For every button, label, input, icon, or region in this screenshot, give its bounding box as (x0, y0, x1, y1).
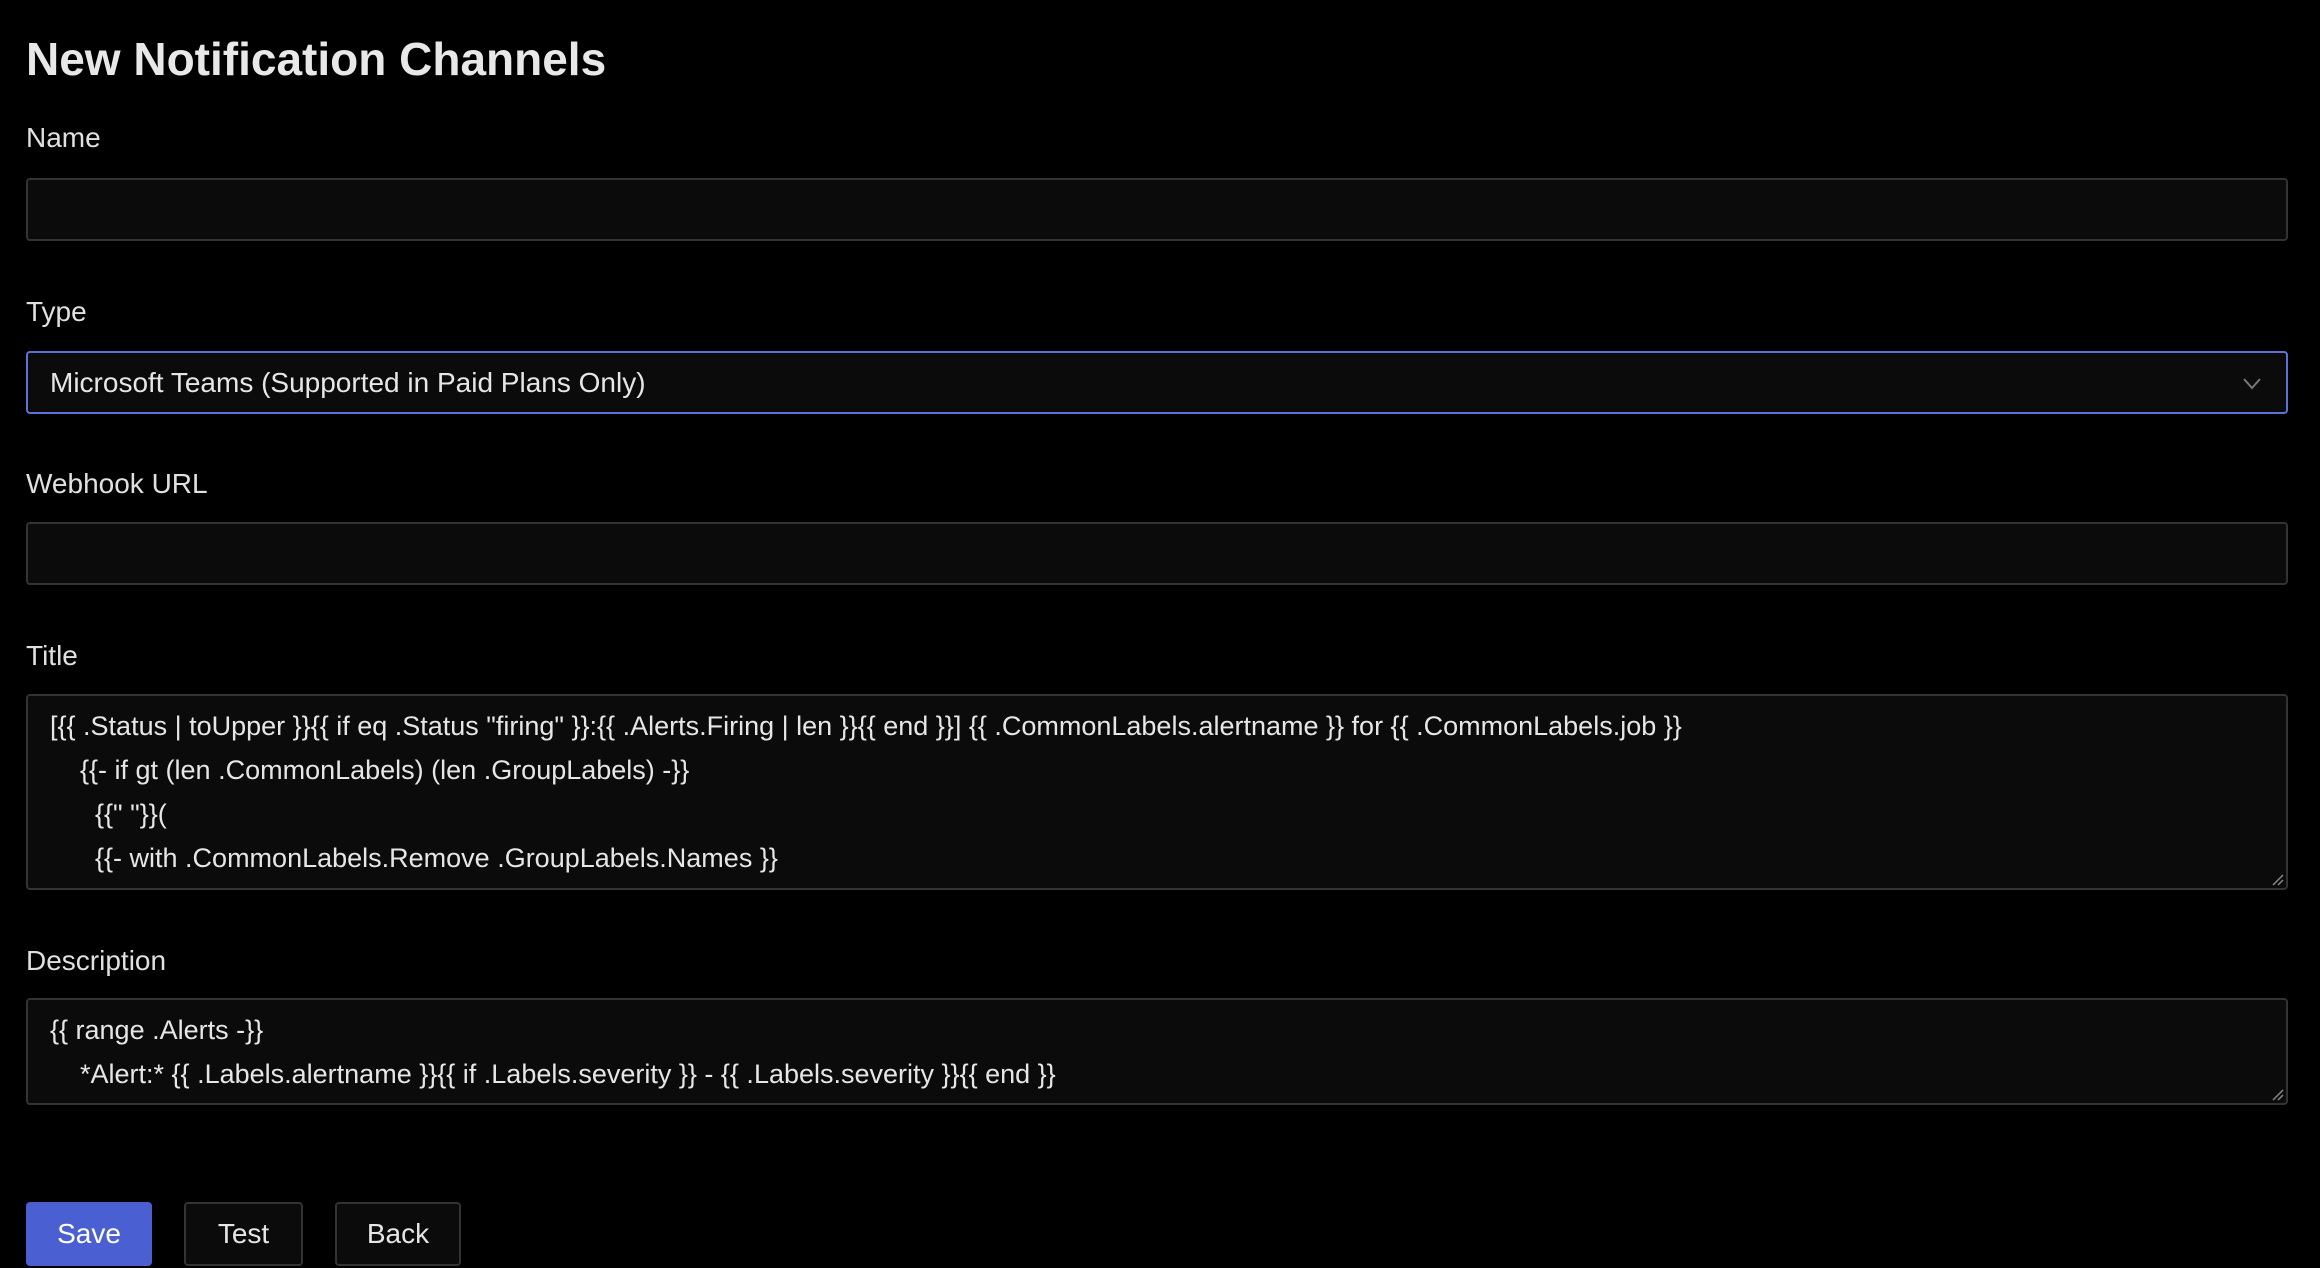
title-textarea[interactable]: [{{ .Status | toUpper }}{{ if eq .Status… (26, 694, 2288, 890)
title-textarea-value: [{{ .Status | toUpper }}{{ if eq .Status… (50, 711, 1682, 873)
type-select-value: Microsoft Teams (Supported in Paid Plans… (50, 367, 646, 398)
webhook-url-label: Webhook URL (26, 468, 208, 499)
chevron-down-icon (2243, 378, 2261, 390)
description-label: Description (26, 945, 167, 976)
description-textarea[interactable]: {{ range .Alerts -}} *Alert:* {{ .Labels… (26, 998, 2288, 1105)
type-label: Type (26, 296, 87, 327)
back-button[interactable]: Back (335, 1202, 461, 1266)
name-label: Name (26, 122, 101, 153)
name-input[interactable] (26, 178, 2288, 241)
webhook-url-input[interactable] (26, 522, 2288, 585)
resize-handle-icon[interactable] (2270, 872, 2284, 886)
resize-handle-icon[interactable] (2270, 1087, 2284, 1101)
type-select[interactable]: Microsoft Teams (Supported in Paid Plans… (26, 351, 2288, 414)
title-label: Title (26, 640, 78, 671)
save-button[interactable]: Save (26, 1202, 152, 1266)
test-button[interactable]: Test (184, 1202, 303, 1266)
page-title: New Notification Channels (26, 33, 607, 85)
description-textarea-value: {{ range .Alerts -}} *Alert:* {{ .Labels… (50, 1015, 1056, 1089)
